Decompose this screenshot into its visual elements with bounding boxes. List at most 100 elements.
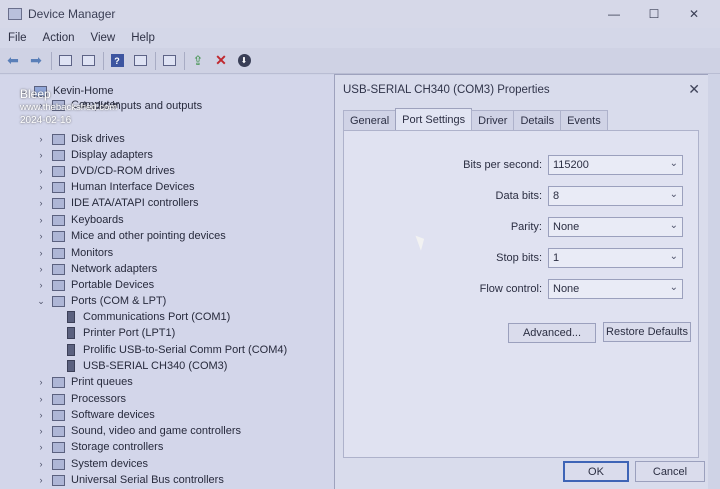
back-button[interactable]: ⬅ — [4, 52, 22, 70]
tree-item-display-adapters[interactable]: › Display adapters — [36, 147, 153, 163]
tree-item-processors[interactable]: › Processors — [36, 391, 127, 407]
data-bits-select[interactable]: 8 ⌄ — [548, 186, 683, 206]
properties-button[interactable] — [79, 52, 97, 70]
usb-icon — [52, 474, 65, 486]
chevron-right-icon[interactable]: › — [36, 475, 46, 485]
tree-item-com1[interactable]: Communications Port (COM1) — [64, 309, 230, 325]
forward-arrow-icon: ➡ — [30, 52, 42, 68]
toolbar-separator — [51, 51, 52, 70]
tree-item-label: Display adapters — [71, 149, 153, 161]
tree-item-keyboards[interactable]: › Keyboards — [36, 212, 124, 228]
close-window-icon[interactable]: ✕ — [674, 0, 714, 28]
chevron-right-icon[interactable]: › — [36, 459, 46, 469]
tree-item-sound[interactable]: › Sound, video and game controllers — [36, 423, 242, 439]
download-circle-icon: ⬇ — [237, 54, 251, 67]
tab-events[interactable]: Events — [560, 110, 608, 130]
tab-port-settings[interactable]: Port Settings — [395, 108, 473, 130]
chevron-right-icon[interactable]: › — [36, 248, 46, 258]
tree-item-ports[interactable]: ⌄ Ports (COM & LPT) — [36, 293, 166, 309]
dialog-title: USB-SERIAL CH340 (COM3) Properties — [343, 84, 550, 96]
stop-bits-select[interactable]: 1 ⌄ — [548, 248, 683, 268]
chevron-right-icon[interactable]: › — [36, 280, 46, 290]
tree-item-monitors[interactable]: › Monitors — [36, 245, 114, 261]
tree-item-ide[interactable]: › IDE ATA/ATAPI controllers — [36, 195, 199, 211]
properties-icon — [81, 55, 95, 66]
monitor-icon — [162, 55, 176, 66]
menu-file[interactable]: File — [0, 32, 35, 44]
tree-item-label: Software devices — [71, 409, 155, 421]
chevron-right-icon[interactable]: › — [36, 150, 46, 160]
uninstall-device-button[interactable]: ✕ — [212, 52, 230, 70]
help-button[interactable]: ? — [108, 52, 126, 70]
tree-item-usb[interactable]: › Universal Serial Bus controllers — [36, 472, 224, 488]
close-icon[interactable]: ✕ — [688, 81, 700, 98]
chevron-right-icon[interactable]: › — [36, 134, 46, 144]
flow-control-select[interactable]: None ⌄ — [548, 279, 683, 299]
forward-button[interactable]: ➡ — [27, 52, 45, 70]
tree-item-label: Communications Port (COM1) — [83, 311, 231, 323]
chevron-right-icon[interactable]: › — [36, 198, 46, 208]
chevron-down-icon: ⌄ — [669, 158, 678, 169]
field-flow-control: Flow control: None ⌄ — [344, 279, 700, 301]
tree-item-com4[interactable]: Prolific USB-to-Serial Comm Port (COM4) — [64, 342, 287, 358]
menu-view[interactable]: View — [83, 32, 124, 44]
tree-item-lpt1[interactable]: Printer Port (LPT1) — [64, 325, 175, 341]
ok-button[interactable]: OK — [563, 461, 629, 482]
tree-item-system-devices[interactable]: › System devices — [36, 456, 149, 472]
window-title: Device Manager — [28, 7, 116, 21]
hid-icon — [52, 181, 65, 193]
tree-item-storage[interactable]: › Storage controllers — [36, 439, 164, 455]
chevron-right-icon[interactable]: › — [36, 264, 46, 274]
chevron-down-icon: ⌄ — [669, 189, 678, 200]
tree-item-dvd[interactable]: › DVD/CD-ROM drives — [36, 163, 175, 179]
tree-item-label: Sound, video and game controllers — [71, 425, 241, 437]
disable-device-button[interactable]: ⬇ — [235, 52, 253, 70]
menu-help[interactable]: Help — [123, 32, 163, 44]
tab-details[interactable]: Details — [513, 110, 562, 130]
tree-item-label: Portable Devices — [71, 279, 155, 291]
select-value: None — [553, 283, 580, 295]
toolbar: ⬅ ➡ ? ⇪ ✕ ⬇ — [0, 48, 720, 74]
show-hide-console-tree-button[interactable] — [56, 52, 74, 70]
tree-item-print-queues[interactable]: › Print queues — [36, 374, 133, 390]
restore-defaults-button[interactable]: Restore Defaults — [603, 322, 691, 342]
chevron-right-icon[interactable]: › — [36, 410, 46, 420]
chevron-right-icon[interactable]: › — [36, 166, 46, 176]
minimize-icon[interactable]: — — [594, 0, 634, 28]
field-stop-bits: Stop bits: 1 ⌄ — [344, 248, 700, 270]
chevron-right-icon[interactable]: › — [36, 394, 46, 404]
update-driver-button[interactable]: ⇪ — [189, 52, 207, 70]
show-action-pane-button[interactable] — [131, 52, 149, 70]
chevron-down-icon[interactable]: ⌄ — [36, 296, 46, 307]
menu-bar: File Action View Help — [0, 28, 720, 48]
tree-item-disk-drives[interactable]: › Disk drives — [36, 131, 125, 147]
tree-item-label: Keyboards — [71, 214, 124, 226]
chevron-right-icon[interactable]: › — [36, 231, 46, 241]
tab-general[interactable]: General — [343, 110, 397, 130]
field-label: Parity: — [510, 221, 542, 233]
serial-port-icon — [67, 311, 75, 323]
bits-per-second-select[interactable]: 115200 ⌄ — [548, 155, 683, 175]
tree-item-com3[interactable]: USB-SERIAL CH340 (COM3) — [64, 358, 227, 374]
chevron-right-icon[interactable]: › — [36, 377, 46, 387]
tree-item-software-devices[interactable]: › Software devices — [36, 407, 155, 423]
properties-dialog: USB-SERIAL CH340 (COM3) Properties ✕ Gen… — [334, 74, 708, 489]
tree-item-mice[interactable]: › Mice and other pointing devices — [36, 228, 226, 244]
advanced-button[interactable]: Advanced... — [508, 323, 596, 343]
scan-hardware-button[interactable] — [160, 52, 178, 70]
dvd-icon — [52, 165, 65, 177]
tree-item-hid[interactable]: › Human Interface Devices — [36, 179, 195, 195]
chevron-right-icon[interactable]: › — [36, 182, 46, 192]
tab-driver[interactable]: Driver — [471, 110, 515, 130]
chevron-right-icon[interactable]: › — [36, 426, 46, 436]
parity-select[interactable]: None ⌄ — [548, 217, 683, 237]
menu-action[interactable]: Action — [35, 32, 83, 44]
chevron-right-icon[interactable]: › — [36, 442, 46, 452]
tree-item-label: Human Interface Devices — [71, 181, 195, 193]
tree-item-portable[interactable]: › Portable Devices — [36, 277, 155, 293]
keyboard-icon — [52, 214, 65, 226]
cancel-button[interactable]: Cancel — [635, 461, 705, 482]
chevron-right-icon[interactable]: › — [36, 215, 46, 225]
maximize-icon[interactable]: ☐ — [634, 0, 674, 28]
tree-item-network[interactable]: › Network adapters — [36, 261, 158, 277]
